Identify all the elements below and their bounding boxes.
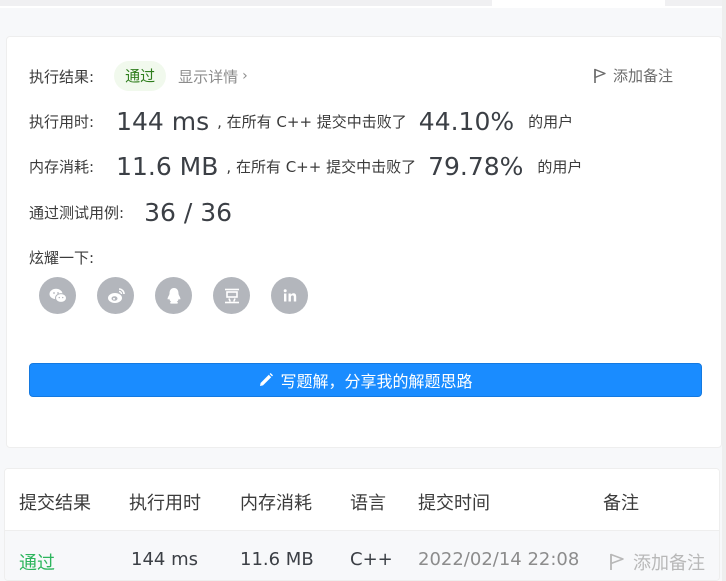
header-language: 语言	[350, 493, 386, 514]
top-tab-area-right	[665, 0, 726, 6]
result-row: 执行结果: 通过 显示详情 ›	[29, 61, 248, 91]
result-label: 执行结果:	[29, 67, 95, 86]
share-buttons	[39, 277, 308, 314]
memory-suffix: 的用户	[537, 158, 583, 176]
memory-row: 内存消耗: 11.6 MB , 在所有 C++ 提交中击败了 79.78% 的用…	[29, 152, 582, 181]
table-row[interactable]: 通过 144 ms 11.6 MB C++ 2022/02/14 22:08 添…	[5, 531, 719, 580]
top-tab-area	[0, 0, 492, 6]
header-note: 备注	[603, 493, 639, 514]
memory-value: 11.6 MB	[116, 152, 219, 181]
submissions-table: 提交结果 执行用时 内存消耗 语言 提交时间 备注 通过 144 ms 11.6…	[4, 468, 720, 581]
show-details-link[interactable]: 显示详情 ›	[178, 66, 248, 87]
header-result: 提交结果	[19, 493, 91, 514]
chevron-right-icon: ›	[242, 68, 248, 84]
flag-icon	[594, 68, 606, 83]
douban-icon[interactable]	[213, 277, 250, 314]
header-runtime: 执行用时	[129, 493, 201, 514]
runtime-percent: 44.10%	[418, 107, 515, 136]
row-add-note-button[interactable]: 添加备注	[609, 549, 705, 575]
scrollbar[interactable]	[722, 0, 726, 581]
row-runtime: 144 ms	[131, 549, 198, 570]
header-memory: 内存消耗	[240, 493, 312, 514]
memory-percent: 79.78%	[428, 152, 524, 181]
wechat-icon[interactable]	[39, 277, 76, 314]
runtime-row: 执行用时: 144 ms , 在所有 C++ 提交中击败了 44.10% 的用户	[29, 107, 573, 136]
share-label-row: 炫耀一下:	[29, 247, 94, 268]
wechat-glyph	[49, 288, 67, 303]
runtime-suffix: 的用户	[528, 113, 574, 131]
submission-result-card: 执行结果: 通过 显示详情 › 添加备注 执行用时: 144 ms , 在所有 …	[6, 36, 722, 448]
memory-beat-text: , 在所有 C++ 提交中击败了	[226, 158, 417, 176]
testcases-value: 36 / 36	[144, 198, 233, 227]
qq-glyph	[167, 287, 180, 304]
write-solution-label: 写题解，分享我的解题思路	[280, 372, 473, 391]
runtime-value: 144 ms	[116, 107, 210, 136]
top-strip	[0, 0, 726, 8]
show-details-label: 显示详情	[178, 67, 239, 86]
row-add-note-label: 添加备注	[633, 553, 705, 574]
memory-label: 内存消耗:	[29, 158, 95, 176]
row-result-link[interactable]: 通过	[19, 549, 55, 575]
table-header: 提交结果 执行用时 内存消耗 语言 提交时间 备注	[5, 469, 719, 531]
add-note-button[interactable]: 添加备注	[593, 65, 673, 86]
flag-icon	[610, 553, 624, 570]
header-time: 提交时间	[418, 493, 490, 514]
douban-glyph	[224, 288, 239, 303]
weibo-icon[interactable]	[97, 277, 134, 314]
qq-icon[interactable]	[155, 277, 192, 314]
linkedin-icon[interactable]	[271, 277, 308, 314]
row-memory: 11.6 MB	[240, 549, 314, 570]
share-label: 炫耀一下:	[29, 249, 95, 267]
runtime-beat-text: , 在所有 C++ 提交中击败了	[217, 113, 407, 131]
testcases-label: 通过测试用例:	[29, 204, 125, 222]
write-solution-button[interactable]: 写题解，分享我的解题思路	[29, 363, 702, 397]
status-badge: 通过	[114, 61, 167, 91]
testcases-row: 通过测试用例: 36 / 36	[29, 198, 232, 227]
runtime-label: 执行用时:	[29, 113, 95, 131]
pencil-icon	[260, 373, 274, 386]
row-time: 2022/02/14 22:08	[418, 549, 580, 570]
add-note-label: 添加备注	[613, 67, 674, 85]
linkedin-glyph	[283, 288, 296, 301]
weibo-glyph	[107, 287, 125, 303]
row-language: C++	[350, 549, 393, 570]
